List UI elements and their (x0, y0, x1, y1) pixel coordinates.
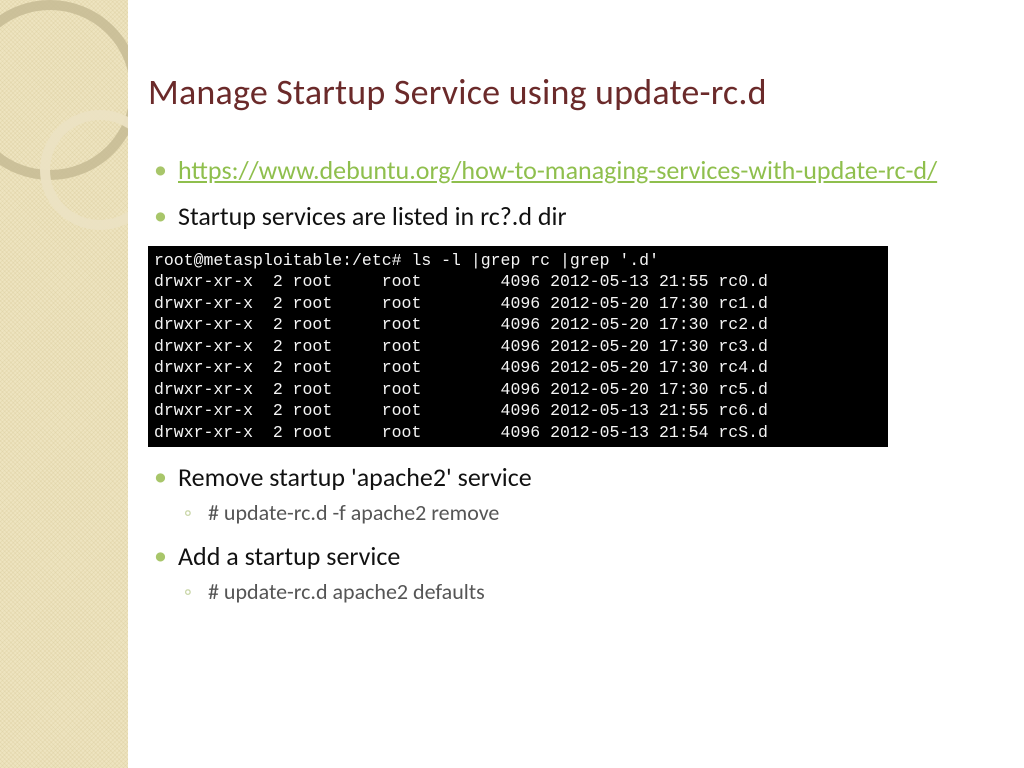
slide-content: Manage Startup Service using update-rc.d… (128, 0, 1024, 768)
sub-bullet-item: # update-rc.d apache2 defaults (178, 578, 994, 605)
sub-list: # update-rc.d -f apache2 remove (178, 499, 994, 526)
slide-sidebar-decoration (0, 0, 128, 768)
bullet-text: Remove startup 'apache2' service (178, 461, 532, 493)
terminal-container: root@metasploitable:/etc# ls -l |grep rc… (148, 246, 994, 447)
sub-bullet-item: # update-rc.d -f apache2 remove (178, 499, 994, 526)
bullet-item: Remove startup 'apache2' service # updat… (148, 461, 994, 526)
sub-list: # update-rc.d apache2 defaults (178, 578, 994, 605)
terminal-output: root@metasploitable:/etc# ls -l |grep rc… (148, 246, 888, 447)
bullet-item: Startup services are listed in rc?.d dir (148, 200, 994, 232)
bullet-link: https://www.debuntu.org/how-to-managing-… (148, 154, 994, 186)
slide-title: Manage Startup Service using update-rc.d (148, 70, 994, 114)
bullet-item: Add a startup service # update-rc.d apac… (148, 540, 994, 605)
reference-link[interactable]: https://www.debuntu.org/how-to-managing-… (178, 154, 937, 186)
bullet-text: Add a startup service (178, 540, 400, 572)
bullet-list: https://www.debuntu.org/how-to-managing-… (148, 154, 994, 605)
